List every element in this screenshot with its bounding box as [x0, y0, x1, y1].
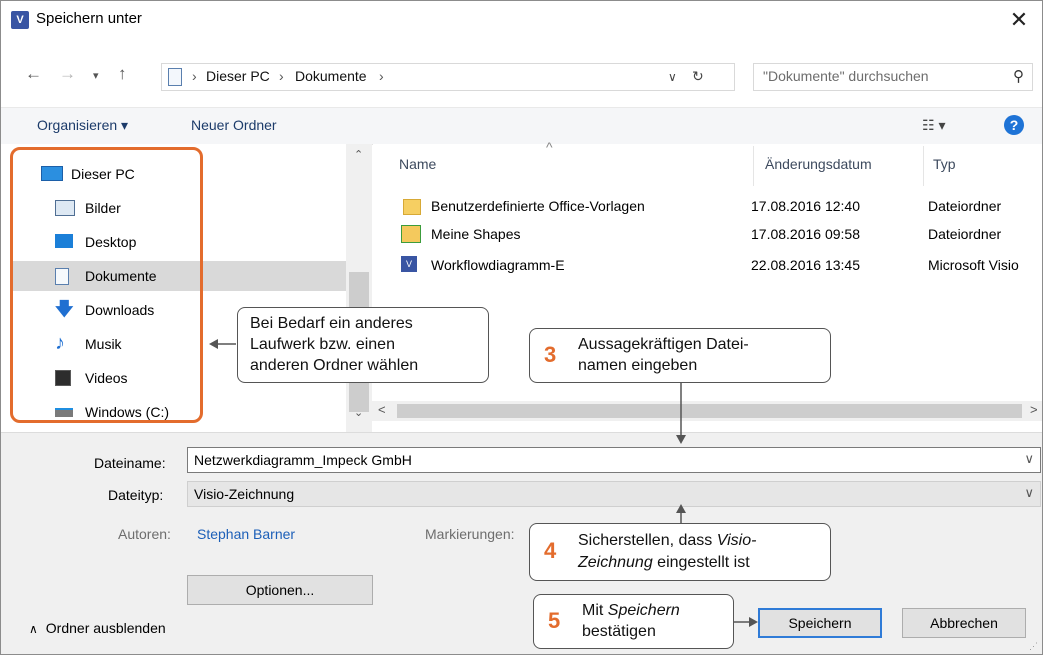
callout-step-3: 3 Aussagekräftigen Datei- namen eingeben [529, 328, 831, 383]
callout-step-4: 4 Sicherstellen, dass Visio- Zeichnung e… [529, 523, 831, 581]
callout-arrows [209, 339, 758, 627]
step-number: 3 [544, 342, 557, 367]
step-number: 5 [548, 608, 561, 633]
resize-grip-icon[interactable]: ⋰ [1029, 641, 1038, 652]
callout-folder-hint: Bei Bedarf ein anderes Laufwerk bzw. ein… [237, 307, 489, 383]
step-number: 4 [544, 538, 557, 563]
save-as-dialog: V Speichern unter ✕ ← → ▾ ↑ › Dieser PC … [0, 0, 1043, 655]
callout-step-5: 5 Mit Speichern bestätigen [533, 594, 734, 649]
